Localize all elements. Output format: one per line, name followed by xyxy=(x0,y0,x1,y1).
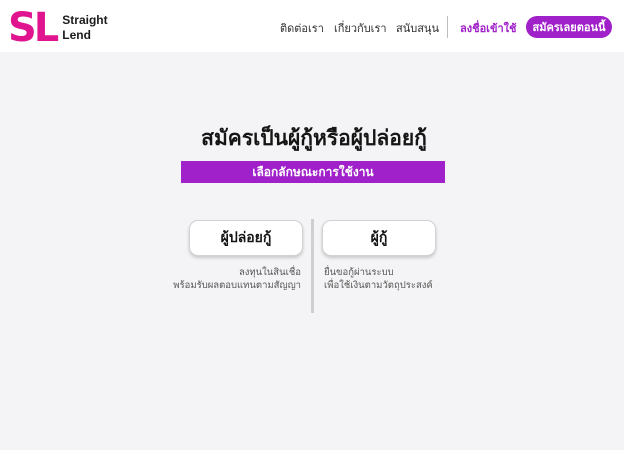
top-header: SL Straight Lend ติดต่อเรา เกี่ยวกับเรา … xyxy=(0,0,628,52)
borrower-desc-line1: ยื่นขอกู้ผ่านระบบ xyxy=(324,267,394,278)
nav-divider xyxy=(447,16,448,38)
nav-support-link[interactable]: สนับสนุน xyxy=(396,19,439,37)
main-nav: ติดต่อเรา เกี่ยวกับเรา สนับสนุน ลงชื่อเข… xyxy=(0,0,628,52)
page: SL Straight Lend ติดต่อเรา เกี่ยวกับเรา … xyxy=(0,0,628,450)
nav-about-link[interactable]: เกี่ยวกับเรา xyxy=(334,19,387,37)
nav-contact-link[interactable]: ติดต่อเรา xyxy=(280,19,324,37)
borrower-role-button[interactable]: ผู้กู้ xyxy=(322,220,436,256)
borrower-description: ยื่นขอกู้ผ่านระบบ เพื่อใช้เงินตามวัตถุปร… xyxy=(324,266,433,292)
lender-desc-line2: พร้อมรับผลตอบแทนตามสัญญา xyxy=(173,280,301,291)
signup-now-button[interactable]: สมัครเลยตอนนี้ xyxy=(526,16,612,38)
page-title: สมัครเป็นผู้กู้หรือผู้ปล่อยกู้ xyxy=(201,126,427,150)
borrower-desc-line2: เพื่อใช้เงินตามวัตถุประสงค์ xyxy=(324,280,433,291)
lender-role-button[interactable]: ผู้ปล่อยกู้ xyxy=(189,220,303,256)
role-divider xyxy=(311,219,314,313)
right-edge xyxy=(624,0,628,450)
lender-description: ลงทุนในสินเชื่อ พร้อมรับผลตอบแทนตามสัญญา xyxy=(173,266,301,292)
login-link[interactable]: ลงชื่อเข้าใช้ xyxy=(460,19,516,37)
select-usage-banner: เลือกลักษณะการใช้งาน xyxy=(181,161,445,183)
lender-desc-line1: ลงทุนในสินเชื่อ xyxy=(238,267,301,278)
